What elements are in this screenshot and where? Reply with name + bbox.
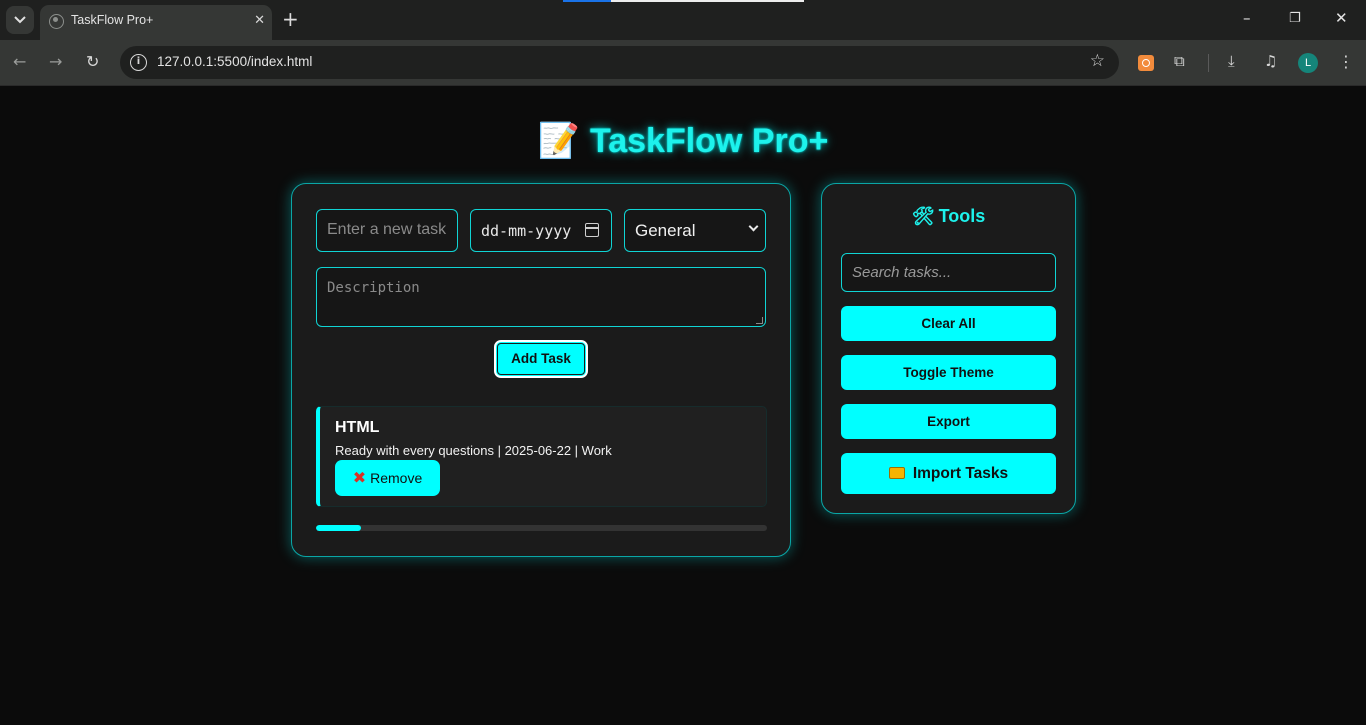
description-placeholder: Description <box>327 280 420 296</box>
url-text: 127.0.0.1:5500/index.html <box>157 54 313 69</box>
toolbar-divider <box>1208 54 1209 72</box>
tools-panel: 🛠 Tools Search tasks... Clear All Toggle … <box>821 183 1076 514</box>
import-tasks-button[interactable]: Import Tasks <box>841 453 1056 494</box>
loading-indicator <box>563 0 804 2</box>
bookmark-star-icon[interactable]: ☆ <box>1090 51 1105 71</box>
reload-icon[interactable]: ↻ <box>86 52 99 71</box>
remove-label: Remove <box>370 470 423 486</box>
browser-toolbar: ← → ↻ i 127.0.0.1:5500/index.html ☆ ⧉ ⤓ … <box>0 40 1366 86</box>
tools-icon: 🛠 <box>911 206 935 227</box>
globe-icon <box>49 14 64 29</box>
import-label: Import Tasks <box>912 465 1009 482</box>
add-task-button[interactable]: Add Task <box>494 340 588 378</box>
minimize-icon[interactable]: – <box>1243 9 1251 27</box>
resize-handle-icon[interactable] <box>756 317 763 324</box>
chevron-down-icon <box>748 221 759 232</box>
extension-icon[interactable] <box>1138 55 1154 71</box>
progress-fill <box>316 525 362 531</box>
puzzle-extensions-icon[interactable]: ⧉ <box>1174 52 1185 70</box>
profile-avatar[interactable]: L <box>1298 53 1318 73</box>
browser-tabstrip: TaskFlow Pro+ ✕ + – ❐ ✕ <box>0 0 1366 40</box>
task-meta: Ready with every questions | 2025-06-22 … <box>335 443 612 458</box>
remove-task-button[interactable]: ✖ Remove <box>335 460 440 496</box>
toggle-theme-button[interactable]: Toggle Theme <box>841 355 1056 390</box>
chevron-down-icon <box>14 16 26 24</box>
date-placeholder: dd-mm-yyyy <box>481 222 572 240</box>
task-panel: Enter a new task dd-mm-yyyy General Desc… <box>291 183 791 557</box>
app-title-text: TaskFlow Pro+ <box>589 122 829 160</box>
progress-bar <box>316 525 767 531</box>
description-textarea[interactable]: Description <box>316 267 766 327</box>
download-icon[interactable]: ⤓ <box>1228 52 1235 70</box>
calendar-icon[interactable] <box>585 223 599 237</box>
task-item: HTML Ready with every questions | 2025-0… <box>316 406 767 507</box>
new-tab-button[interactable]: + <box>282 8 299 30</box>
close-window-icon[interactable]: ✕ <box>1335 9 1348 27</box>
memo-icon: 📝 <box>537 121 580 161</box>
media-control-icon[interactable]: ♫ <box>1264 52 1277 70</box>
export-button[interactable]: Export <box>841 404 1056 439</box>
search-input[interactable]: Search tasks... <box>841 253 1056 292</box>
date-input[interactable]: dd-mm-yyyy <box>470 209 612 252</box>
site-info-icon[interactable]: i <box>130 54 147 71</box>
address-bar[interactable]: i 127.0.0.1:5500/index.html ☆ <box>120 46 1119 79</box>
category-selected: General <box>635 221 696 240</box>
page-content: 📝 TaskFlow Pro+ Enter a new task dd-mm-yy… <box>0 87 1366 725</box>
forward-arrow-icon[interactable]: → <box>49 52 62 71</box>
tools-title-text: Tools <box>938 206 986 226</box>
folder-icon <box>888 467 905 479</box>
kebab-menu-icon[interactable]: ⋮ <box>1338 52 1354 71</box>
tab-title: TaskFlow Pro+ <box>71 13 154 27</box>
clear-all-button[interactable]: Clear All <box>841 306 1056 341</box>
category-select[interactable]: General <box>624 209 766 252</box>
browser-tab[interactable]: TaskFlow Pro+ ✕ <box>40 5 272 40</box>
restore-icon[interactable]: ❐ <box>1289 11 1301 26</box>
tab-search-button[interactable] <box>6 6 34 34</box>
task-input[interactable]: Enter a new task <box>316 209 458 252</box>
cross-mark-icon: ✖ <box>352 468 367 487</box>
task-title: HTML <box>335 419 380 436</box>
back-arrow-icon[interactable]: ← <box>13 52 26 71</box>
tools-title: 🛠 Tools <box>822 206 1075 227</box>
tab-close-icon[interactable]: ✕ <box>254 13 265 28</box>
app-title: 📝 TaskFlow Pro+ <box>0 121 1366 161</box>
